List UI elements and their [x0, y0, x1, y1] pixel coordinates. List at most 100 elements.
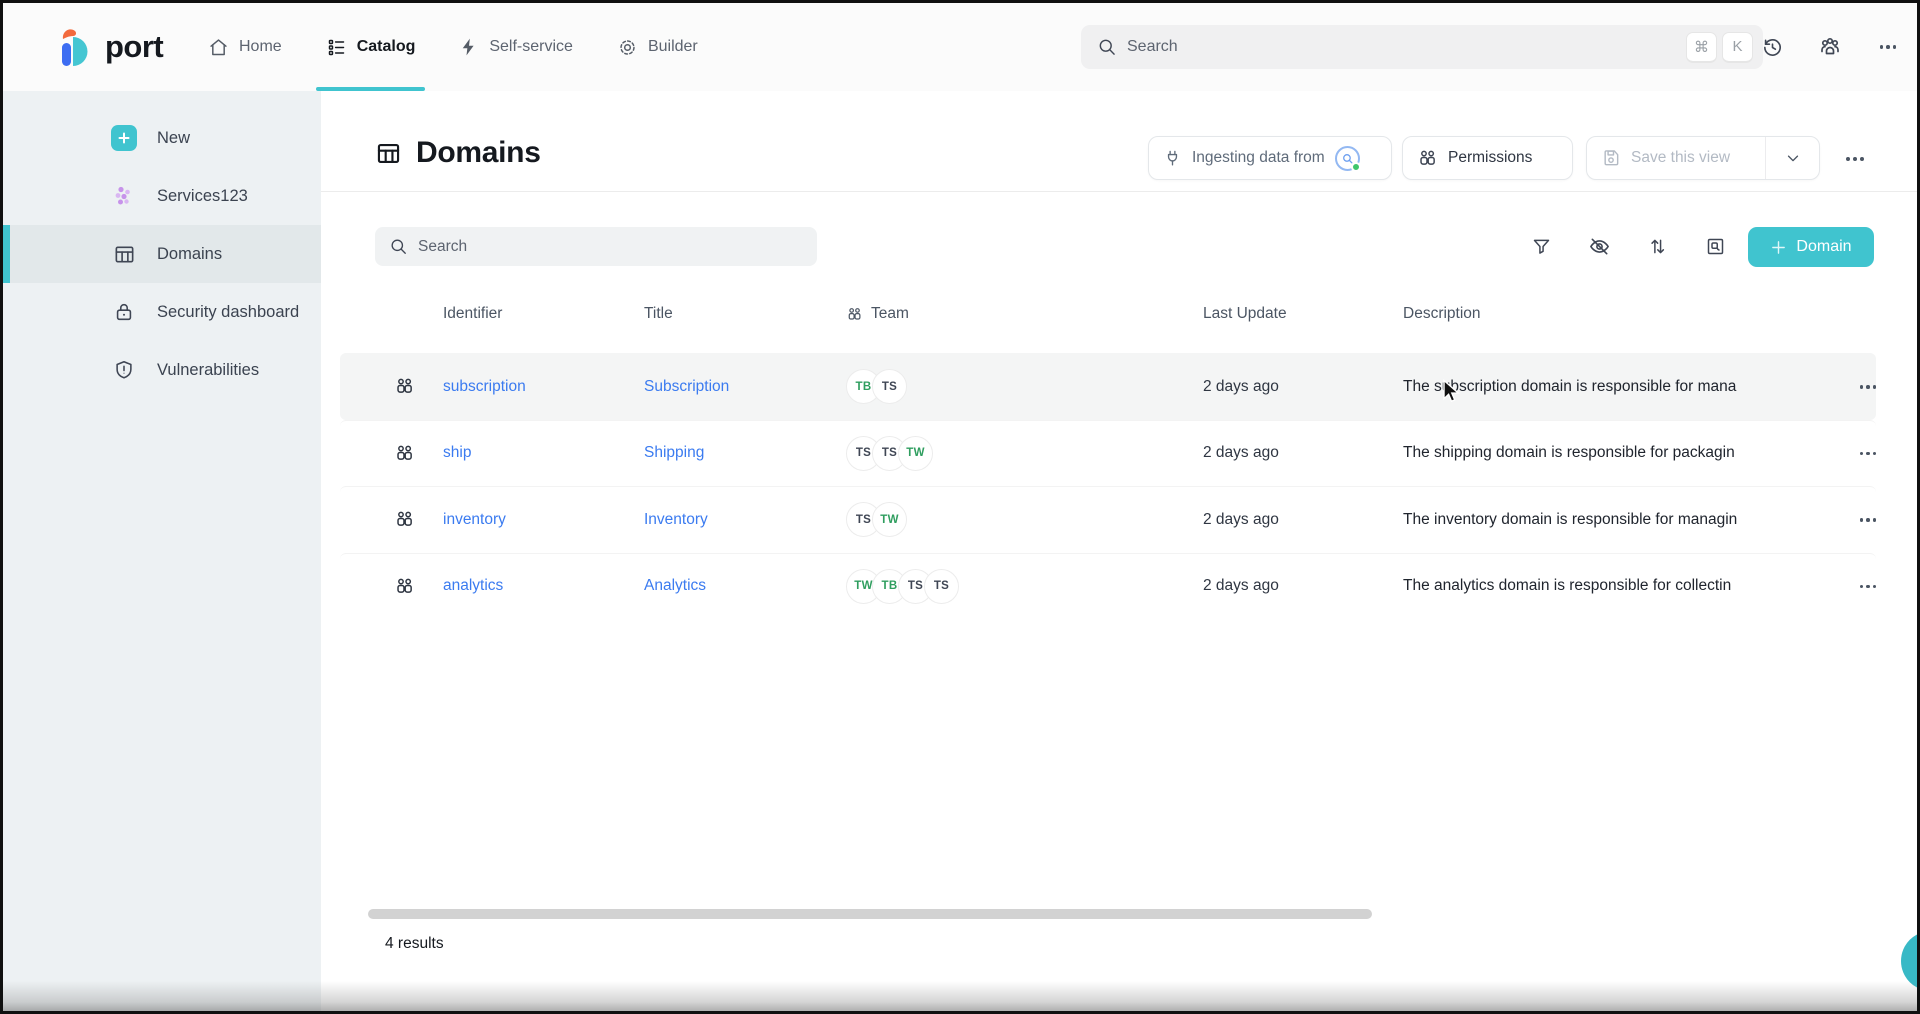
integration-badge-icon	[1335, 146, 1360, 171]
sort-icon	[1647, 236, 1668, 257]
tab-catalog[interactable]: Catalog	[326, 3, 416, 91]
table-row[interactable]: analytics Analytics TWTBTSTS 2 days ago …	[340, 553, 1876, 620]
identifier-link[interactable]: analytics	[443, 577, 503, 594]
table-row[interactable]: subscription Subscription TBTS 2 days ag…	[340, 353, 1876, 420]
team-avatar[interactable]: TS	[924, 569, 959, 604]
domain-blueprint-icon	[394, 576, 415, 597]
sidebar-item-domains[interactable]: Domains	[3, 225, 321, 283]
column-header-description[interactable]: Description	[1403, 305, 1843, 323]
identifier-link[interactable]: subscription	[443, 378, 526, 395]
permissions-group-icon	[1417, 148, 1438, 169]
team-avatar[interactable]: TW	[872, 502, 907, 537]
top-navbar: port Home Catalog Self-service Builder	[3, 3, 1917, 91]
logo-wordmark: port	[105, 29, 163, 65]
search-icon	[389, 237, 408, 256]
title-link[interactable]: Shipping	[644, 444, 704, 461]
hide-columns-button[interactable]	[1577, 226, 1621, 266]
column-header-title[interactable]: Title	[644, 305, 846, 323]
group-by-button[interactable]	[1693, 226, 1737, 266]
identifier-link[interactable]: inventory	[443, 511, 506, 528]
table-search[interactable]	[375, 227, 817, 266]
domain-blueprint-icon	[394, 443, 415, 464]
more-icon	[1860, 585, 1877, 589]
search-shortcut: ⌘ K	[1686, 32, 1753, 63]
row-more-button[interactable]	[1851, 441, 1885, 465]
tab-home[interactable]: Home	[208, 3, 282, 91]
last-update-value: 2 days ago	[1203, 378, 1403, 396]
table-search-input[interactable]	[418, 238, 803, 256]
page-more-button[interactable]	[1837, 146, 1873, 172]
last-update-value: 2 days ago	[1203, 577, 1403, 595]
sort-button[interactable]	[1635, 226, 1679, 266]
plug-icon	[1163, 149, 1182, 168]
save-view-button[interactable]: Save this view	[1587, 148, 1755, 168]
more-icon	[1880, 45, 1897, 49]
plus-icon	[1770, 239, 1787, 256]
more-options-button[interactable]	[1871, 30, 1905, 64]
history-button[interactable]	[1755, 30, 1789, 64]
global-search-input[interactable]	[1127, 38, 1676, 56]
results-count: 4 results	[385, 935, 444, 953]
last-update-value: 2 days ago	[1203, 511, 1403, 529]
tab-builder[interactable]: Builder	[617, 3, 698, 91]
permissions-button[interactable]: Permissions	[1402, 136, 1573, 180]
team-icon	[846, 306, 863, 323]
description-value: The analytics domain is responsible for …	[1403, 577, 1843, 595]
status-dot	[1351, 162, 1361, 172]
tab-self-service[interactable]: Self-service	[459, 3, 573, 91]
tab-catalog-label: Catalog	[357, 38, 416, 56]
more-icon	[1860, 385, 1877, 389]
save-icon	[1601, 148, 1621, 168]
filter-button[interactable]	[1519, 226, 1563, 266]
team-avatars: TBTS	[846, 369, 1203, 404]
table-row[interactable]: inventory Inventory TSTW 2 days ago The …	[340, 486, 1876, 553]
more-icon	[1860, 452, 1877, 456]
team-avatars: TSTSTW	[846, 436, 1203, 471]
sidebar-item-new[interactable]: New	[3, 109, 321, 167]
title-link[interactable]: Inventory	[644, 511, 708, 528]
group-by-icon	[1705, 236, 1726, 257]
table-icon	[375, 140, 402, 167]
tab-builder-label: Builder	[648, 38, 698, 56]
history-icon	[1761, 36, 1784, 59]
page-title: Domains	[375, 136, 541, 170]
tab-home-label: Home	[239, 38, 282, 56]
title-link[interactable]: Analytics	[644, 577, 706, 594]
tab-self-service-label: Self-service	[489, 38, 573, 56]
global-search[interactable]: ⌘ K	[1081, 25, 1763, 69]
port-logo-icon	[55, 24, 95, 70]
sidebar-item-services123[interactable]: Services123	[3, 167, 321, 225]
team-avatar[interactable]: TS	[872, 369, 907, 404]
identifier-link[interactable]: ship	[443, 444, 471, 461]
home-icon	[208, 37, 229, 58]
row-more-button[interactable]	[1851, 508, 1885, 532]
port-logo[interactable]: port	[55, 24, 163, 70]
title-link[interactable]: Subscription	[644, 378, 729, 395]
description-value: The subscription domain is responsible f…	[1403, 378, 1843, 396]
team-avatar[interactable]: TW	[898, 436, 933, 471]
column-header-team[interactable]: Team	[846, 305, 1203, 323]
lightning-icon	[459, 37, 479, 57]
lock-icon	[113, 301, 135, 323]
row-more-button[interactable]	[1851, 375, 1885, 399]
column-header-identifier[interactable]: Identifier	[443, 305, 644, 323]
topbar-actions	[1755, 3, 1905, 91]
save-view-dropdown[interactable]	[1765, 137, 1819, 179]
teams-button[interactable]	[1813, 30, 1847, 64]
column-header-last-update[interactable]: Last Update	[1203, 305, 1403, 323]
add-domain-button[interactable]: Domain	[1748, 227, 1874, 267]
sidebar-item-security-dashboard-label: Security dashboard	[157, 303, 299, 322]
ingesting-data-label: Ingesting data from	[1192, 149, 1325, 167]
sidebar-item-security-dashboard[interactable]: Security dashboard	[3, 283, 321, 341]
domain-blueprint-icon	[394, 509, 415, 530]
table-row[interactable]: ship Shipping TSTSTW 2 days ago The ship…	[340, 420, 1876, 487]
page-title-text: Domains	[416, 136, 541, 170]
more-icon	[1860, 518, 1877, 522]
sidebar-item-vulnerabilities[interactable]: Vulnerabilities	[3, 341, 321, 399]
table-body: subscription Subscription TBTS 2 days ag…	[340, 353, 1876, 619]
horizontal-scrollbar[interactable]	[368, 909, 1372, 919]
row-more-button[interactable]	[1851, 574, 1885, 598]
services-cluster-icon	[112, 184, 136, 208]
ingesting-data-button[interactable]: Ingesting data from	[1148, 136, 1392, 180]
save-view-split-button: Save this view	[1586, 136, 1820, 180]
